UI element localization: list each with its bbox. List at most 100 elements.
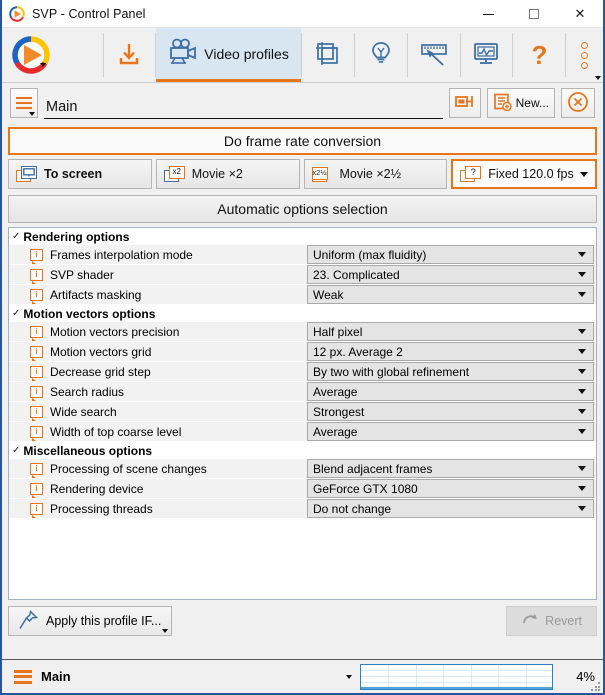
- toolbar-item-help[interactable]: ?: [513, 28, 565, 82]
- cpu-load-percent: 4%: [553, 669, 595, 684]
- chevron-down-icon: [578, 329, 586, 334]
- main-toolbar: Video profiles: [2, 28, 603, 83]
- apply-profile-if-button[interactable]: Apply this profile IF...: [8, 606, 172, 636]
- info-tooltip-icon[interactable]: i: [30, 249, 43, 261]
- option-dropdown[interactable]: 23. Complicated: [307, 265, 594, 284]
- option-label: Rendering device: [50, 482, 143, 496]
- titlebar: SVP - Control Panel ✕: [2, 0, 603, 28]
- hamburger-menu-icon: [16, 97, 32, 110]
- toolbar-item-diagnostics[interactable]: [460, 28, 512, 82]
- option-value: By two with global refinement: [313, 365, 572, 379]
- option-row: i Processing of scene changes Blend adja…: [9, 459, 596, 479]
- option-row: i Motion vectors precision Half pixel: [9, 322, 596, 342]
- frc-fps-dropdown-icon[interactable]: [580, 172, 588, 177]
- pushpin-icon: [17, 609, 39, 634]
- group-header-motion-vectors-options[interactable]: ✓ Motion vectors options: [9, 305, 596, 322]
- group-title: Miscellaneous options: [23, 444, 152, 458]
- chevron-down-icon: [578, 506, 586, 511]
- info-tooltip-icon[interactable]: i: [30, 503, 43, 515]
- delete-profile-button[interactable]: [561, 88, 595, 118]
- resize-grip-icon[interactable]: [591, 682, 601, 692]
- window-controls: ✕: [465, 0, 603, 28]
- info-tooltip-icon[interactable]: i: [30, 406, 43, 418]
- frc-option-movie-x2half[interactable]: x2½ Movie ×2½: [304, 159, 448, 189]
- frame-rate-conversion-header[interactable]: Do frame rate conversion: [8, 127, 597, 155]
- info-tooltip-icon[interactable]: i: [30, 463, 43, 475]
- info-tooltip-icon[interactable]: i: [30, 346, 43, 358]
- minimize-button[interactable]: [465, 0, 511, 28]
- toolbar-item-tips[interactable]: [355, 28, 407, 82]
- automatic-options-selection-button[interactable]: Automatic options selection: [8, 195, 597, 223]
- option-dropdown[interactable]: Blend adjacent frames: [307, 459, 594, 478]
- hamburger-menu-icon[interactable]: [14, 670, 32, 684]
- option-value: Do not change: [313, 502, 572, 516]
- info-tooltip-icon[interactable]: i: [30, 366, 43, 378]
- checkmark-icon: ✓: [12, 446, 20, 456]
- option-dropdown[interactable]: Average: [307, 422, 594, 441]
- chevron-down-icon: [578, 369, 586, 374]
- maximize-button[interactable]: [511, 0, 557, 28]
- undo-arrow-icon: [521, 611, 539, 632]
- toolbar-item-measure[interactable]: [408, 28, 460, 82]
- frc-option-fixed-fps[interactable]: ? Fixed 120.0 fps: [451, 159, 597, 189]
- info-tooltip-icon[interactable]: i: [30, 426, 43, 438]
- option-label: SVP shader: [50, 268, 114, 282]
- option-label: Frames interpolation mode: [50, 248, 193, 262]
- statusbar-dropdown-button[interactable]: [346, 675, 352, 679]
- option-dropdown[interactable]: GeForce GTX 1080: [307, 479, 594, 498]
- option-dropdown[interactable]: Do not change: [307, 499, 594, 518]
- info-tooltip-icon[interactable]: i: [30, 386, 43, 398]
- option-dropdown[interactable]: Weak: [307, 285, 594, 304]
- option-dropdown[interactable]: Strongest: [307, 402, 594, 421]
- option-dropdown[interactable]: Uniform (max fluidity): [307, 245, 594, 264]
- monitor-chart-icon: [472, 40, 500, 70]
- close-button[interactable]: ✕: [557, 0, 603, 28]
- option-dropdown[interactable]: 12 px. Average 2: [307, 342, 594, 361]
- group-header-rendering-options[interactable]: ✓ Rendering options: [9, 228, 596, 245]
- option-row: i Wide search Strongest: [9, 402, 596, 422]
- option-value: Half pixel: [313, 325, 572, 339]
- option-label: Search radius: [50, 385, 124, 399]
- info-tooltip-icon[interactable]: i: [30, 289, 43, 301]
- chevron-down-icon: [578, 349, 586, 354]
- option-dropdown[interactable]: Half pixel: [307, 322, 594, 341]
- overflow-dropdown-icon[interactable]: [595, 76, 601, 80]
- toolbar-logo-button[interactable]: [2, 28, 103, 82]
- frc-option-label: Fixed 120.0 fps: [488, 167, 573, 181]
- apply-profile-label: Apply this profile IF...: [46, 614, 161, 628]
- window-title: SVP - Control Panel: [32, 7, 146, 21]
- profile-link-icon: [455, 93, 475, 113]
- info-tooltip-icon[interactable]: i: [30, 326, 43, 338]
- option-dropdown[interactable]: By two with global refinement: [307, 362, 594, 381]
- chevron-down-icon: [578, 409, 586, 414]
- profile-menu-button[interactable]: [10, 88, 38, 118]
- toolbar-item-download[interactable]: [103, 28, 155, 82]
- option-label: Processing of scene changes: [50, 462, 207, 476]
- revert-button[interactable]: Revert: [506, 606, 597, 636]
- logo-dropdown-icon[interactable]: [40, 63, 46, 67]
- svp-logo-icon: [9, 6, 25, 22]
- toolbar-item-crop[interactable]: [302, 28, 354, 82]
- profile-bar: New...: [2, 83, 603, 123]
- option-row: i Search radius Average: [9, 382, 596, 402]
- option-dropdown[interactable]: Average: [307, 382, 594, 401]
- option-value: 23. Complicated: [313, 268, 572, 282]
- frc-option-to-screen[interactable]: To screen: [8, 159, 152, 189]
- new-profile-label: New...: [516, 96, 549, 110]
- info-tooltip-icon[interactable]: i: [30, 483, 43, 495]
- toolbar-item-video-profiles[interactable]: Video profiles: [156, 28, 300, 82]
- frame-rate-options: To screen x2 Movie ×2 x2½ Movie ×2½ ? Fi…: [8, 159, 597, 189]
- profile-link-button[interactable]: [449, 88, 481, 118]
- toolbar-overflow-button[interactable]: [566, 28, 603, 82]
- question-mark-icon: ?: [532, 42, 548, 68]
- option-value: Average: [313, 385, 572, 399]
- group-header-miscellaneous-options[interactable]: ✓ Miscellaneous options: [9, 442, 596, 459]
- new-profile-button[interactable]: New...: [487, 88, 555, 118]
- frc-option-label: Movie ×2: [192, 167, 243, 181]
- apply-dropdown-icon[interactable]: [162, 629, 168, 633]
- profile-name-input[interactable]: [44, 96, 443, 119]
- download-icon: [116, 41, 142, 70]
- info-tooltip-icon[interactable]: i: [30, 269, 43, 281]
- maximize-icon: [529, 9, 539, 19]
- frc-option-movie-x2[interactable]: x2 Movie ×2: [156, 159, 300, 189]
